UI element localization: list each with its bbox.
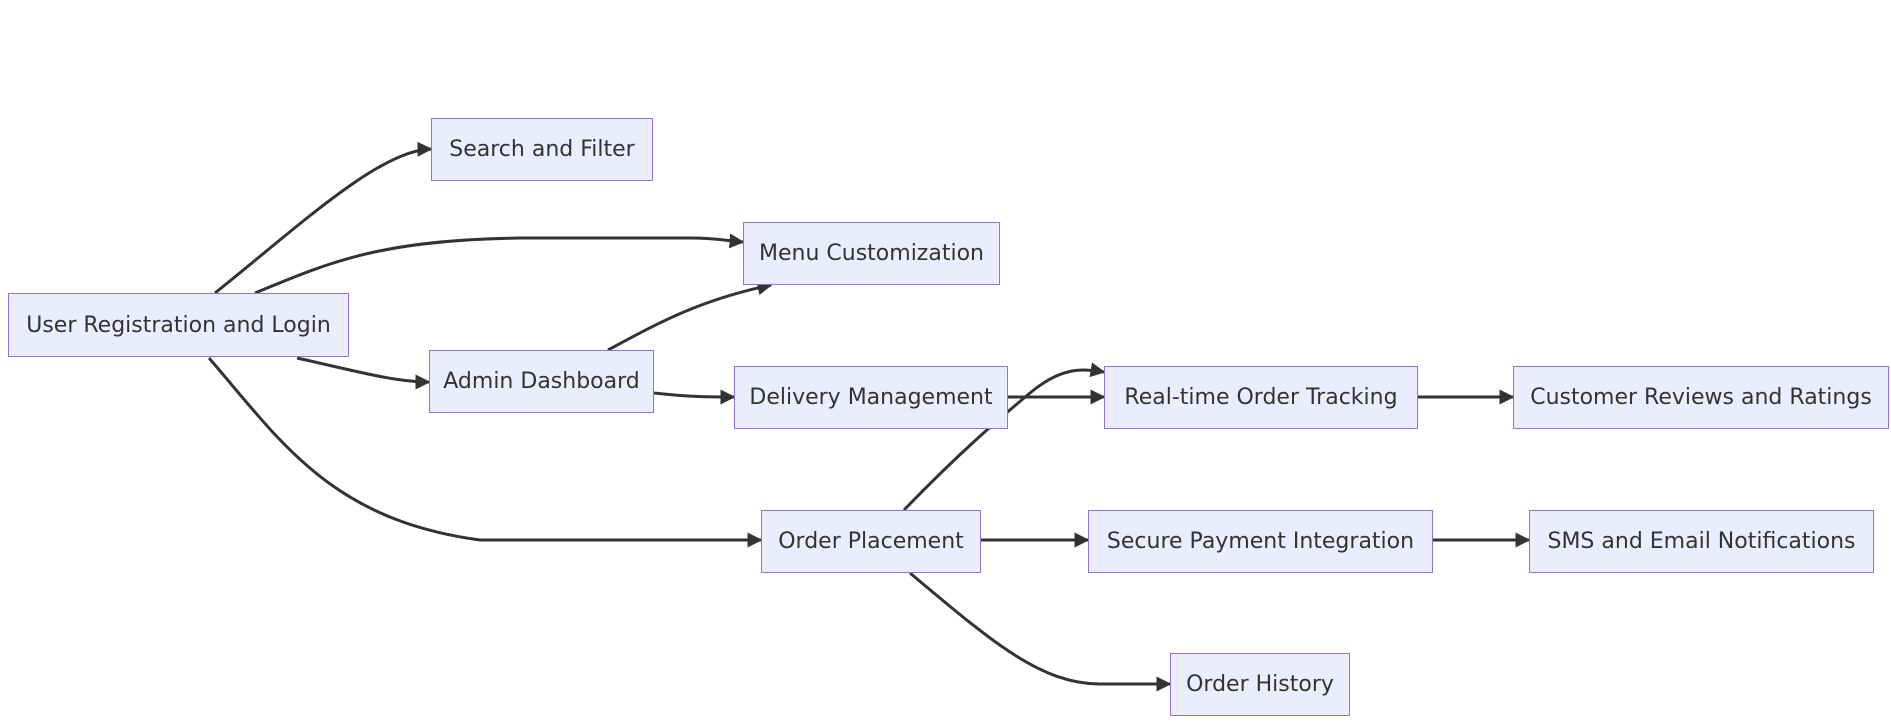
node-customer-reviews-and-ratings[interactable]: Customer Reviews and Ratings [1513, 366, 1889, 429]
node-real-time-order-tracking[interactable]: Real-time Order Tracking [1104, 366, 1418, 429]
edge-d-to-c [607, 280, 773, 352]
node-delivery-management[interactable]: Delivery Management [734, 366, 1008, 429]
node-label: Customer Reviews and Ratings [1530, 385, 1872, 410]
node-order-placement[interactable]: Order Placement [761, 510, 981, 573]
flowchart-canvas: User Registration and Login Search and F… [0, 0, 1891, 724]
node-sms-and-email-notifications[interactable]: SMS and Email Notifications [1529, 510, 1874, 573]
node-label: SMS and Email Notifications [1547, 529, 1856, 554]
node-user-registration-and-login[interactable]: User Registration and Login [8, 293, 349, 357]
node-label: Menu Customization [759, 241, 984, 266]
node-label: Delivery Management [749, 385, 993, 410]
edge-d-to-e [653, 389, 736, 405]
node-menu-customization[interactable]: Menu Customization [743, 222, 1000, 285]
node-search-and-filter[interactable]: Search and Filter [431, 118, 653, 181]
edge-a-to-c [254, 233, 745, 295]
edge-a-to-b [214, 141, 433, 295]
node-secure-payment-integration[interactable]: Secure Payment Integration [1088, 510, 1433, 573]
edge-a-to-d [296, 356, 431, 390]
edges-layer [207, 141, 1531, 692]
node-label: Real-time Order Tracking [1124, 385, 1398, 410]
node-label: Admin Dashboard [443, 369, 640, 394]
node-admin-dashboard[interactable]: Admin Dashboard [429, 350, 654, 413]
node-label: Search and Filter [449, 137, 635, 162]
node-label: Order Placement [778, 529, 964, 554]
node-order-history[interactable]: Order History [1170, 653, 1350, 716]
node-label: Order History [1186, 672, 1334, 697]
node-label: Secure Payment Integration [1106, 529, 1415, 554]
node-label: User Registration and Login [26, 312, 331, 338]
edge-h-to-k [909, 571, 1172, 692]
